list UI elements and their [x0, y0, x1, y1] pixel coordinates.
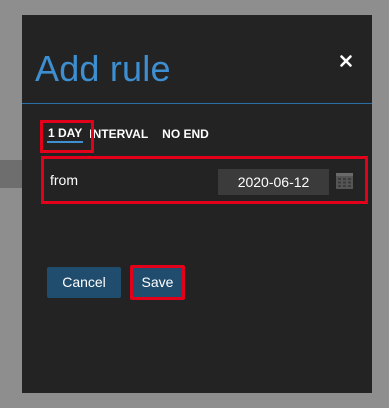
add-rule-dialog: Add rule 1 DAY INTERVAL NO END from 2020… [22, 15, 372, 393]
dialog-title: Add rule [35, 48, 171, 89]
from-date-input[interactable]: 2020-06-12 [218, 169, 329, 195]
cancel-button[interactable]: Cancel [47, 267, 121, 298]
tab-interval[interactable]: INTERVAL [89, 126, 148, 142]
date-range-row: from 2020-06-12 [41, 156, 368, 204]
save-button[interactable]: Save [130, 265, 185, 300]
close-icon[interactable] [338, 53, 354, 69]
tab-no-end[interactable]: NO END [162, 126, 209, 142]
save-button-label: Save [133, 268, 182, 297]
tab-highlight-box [40, 120, 94, 153]
calendar-icon[interactable] [335, 171, 354, 190]
dialog-header: Add rule [22, 15, 372, 104]
from-label: from [50, 172, 78, 188]
